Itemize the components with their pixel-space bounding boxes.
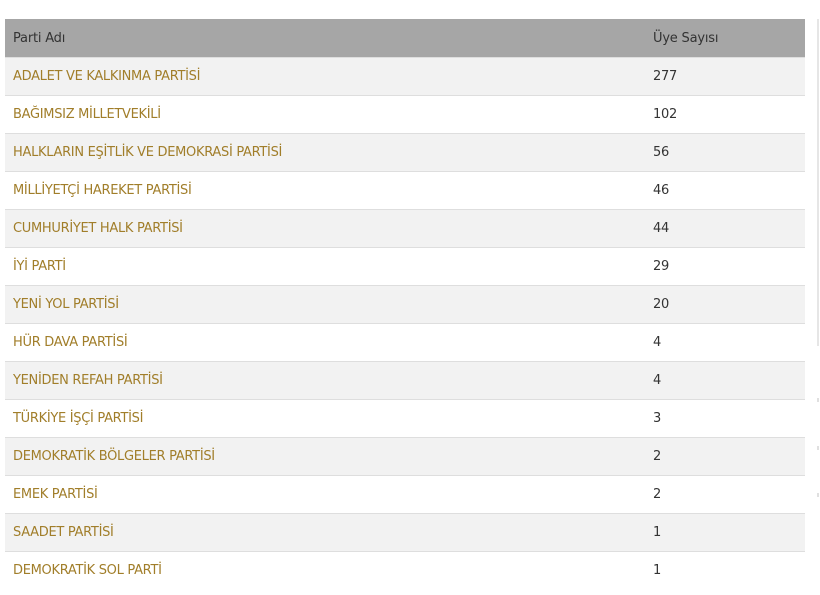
party-name-cell: BAĞIMSIZ MİLLETVEKİLİ	[5, 95, 645, 134]
table-row: MİLLİYETÇİ HAREKET PARTİSİ 46	[5, 171, 805, 210]
party-link[interactable]: CUMHURİYET HALK PARTİSİ	[13, 221, 183, 236]
party-name-cell: YENİDEN REFAH PARTİSİ	[5, 361, 645, 400]
party-name-cell: DEMOKRATİK SOL PARTİ	[5, 551, 645, 589]
member-count-cell: 277	[645, 57, 805, 96]
party-name-cell: YENİ YOL PARTİSİ	[5, 285, 645, 324]
member-count-cell: 46	[645, 171, 805, 210]
party-name-cell: EMEK PARTİSİ	[5, 475, 645, 514]
party-link[interactable]: MİLLİYETÇİ HAREKET PARTİSİ	[13, 183, 192, 198]
party-name-cell: HALKLARIN EŞİTLİK VE DEMOKRASİ PARTİSİ	[5, 133, 645, 172]
member-count-cell: 56	[645, 133, 805, 172]
member-count-cell: 4	[645, 361, 805, 400]
party-table-container: Parti Adı Üye Sayısı ADALET VE KALKINMA …	[5, 19, 805, 589]
party-name-cell: SAADET PARTİSİ	[5, 513, 645, 552]
table-body: ADALET VE KALKINMA PARTİSİ 277 BAĞIMSIZ …	[5, 57, 805, 589]
table-row: BAĞIMSIZ MİLLETVEKİLİ 102	[5, 95, 805, 134]
party-link[interactable]: SAADET PARTİSİ	[13, 525, 114, 540]
table-row: ADALET VE KALKINMA PARTİSİ 277	[5, 57, 805, 96]
party-name-cell: MİLLİYETÇİ HAREKET PARTİSİ	[5, 171, 645, 210]
member-count-cell: 4	[645, 323, 805, 362]
table-row: YENİ YOL PARTİSİ 20	[5, 285, 805, 324]
party-name-cell: CUMHURİYET HALK PARTİSİ	[5, 209, 645, 248]
party-name-cell: HÜR DAVA PARTİSİ	[5, 323, 645, 362]
table-row: HÜR DAVA PARTİSİ 4	[5, 323, 805, 362]
member-count-cell: 29	[645, 247, 805, 286]
party-link[interactable]: DEMOKRATİK SOL PARTİ	[13, 563, 162, 578]
member-count-cell: 2	[645, 437, 805, 476]
member-count-cell: 102	[645, 95, 805, 134]
member-count-cell: 20	[645, 285, 805, 324]
party-link[interactable]: HALKLARIN EŞİTLİK VE DEMOKRASİ PARTİSİ	[13, 145, 282, 160]
table-row: DEMOKRATİK BÖLGELER PARTİSİ 2	[5, 437, 805, 476]
party-link[interactable]: DEMOKRATİK BÖLGELER PARTİSİ	[13, 449, 215, 464]
party-link[interactable]: EMEK PARTİSİ	[13, 487, 98, 502]
party-link[interactable]: YENİ YOL PARTİSİ	[13, 297, 119, 312]
party-name-cell: İYİ PARTİ	[5, 247, 645, 286]
column-header-party-name: Parti Adı	[5, 19, 645, 58]
party-membership-table: Parti Adı Üye Sayısı ADALET VE KALKINMA …	[5, 19, 805, 589]
party-link[interactable]: TÜRKİYE İŞÇİ PARTİSİ	[13, 411, 143, 426]
scrollbar-track[interactable]	[817, 19, 819, 346]
table-row: HALKLARIN EŞİTLİK VE DEMOKRASİ PARTİSİ 5…	[5, 133, 805, 172]
member-count-cell: 1	[645, 551, 805, 589]
table-row: EMEK PARTİSİ 2	[5, 475, 805, 514]
party-link[interactable]: ADALET VE KALKINMA PARTİSİ	[13, 69, 200, 84]
party-link[interactable]: İYİ PARTİ	[13, 259, 66, 274]
party-name-cell: ADALET VE KALKINMA PARTİSİ	[5, 57, 645, 96]
table-header-row: Parti Adı Üye Sayısı	[5, 19, 805, 58]
party-link[interactable]: YENİDEN REFAH PARTİSİ	[13, 373, 163, 388]
scroll-marker	[817, 446, 819, 450]
table-row: YENİDEN REFAH PARTİSİ 4	[5, 361, 805, 400]
table-row: DEMOKRATİK SOL PARTİ 1	[5, 551, 805, 589]
scroll-marker	[817, 398, 819, 402]
member-count-cell: 44	[645, 209, 805, 248]
member-count-cell: 3	[645, 399, 805, 438]
member-count-cell: 1	[645, 513, 805, 552]
scroll-marker	[817, 493, 819, 497]
column-header-member-count: Üye Sayısı	[645, 19, 805, 58]
table-row: İYİ PARTİ 29	[5, 247, 805, 286]
party-name-cell: DEMOKRATİK BÖLGELER PARTİSİ	[5, 437, 645, 476]
party-name-cell: TÜRKİYE İŞÇİ PARTİSİ	[5, 399, 645, 438]
table-row: TÜRKİYE İŞÇİ PARTİSİ 3	[5, 399, 805, 438]
member-count-cell: 2	[645, 475, 805, 514]
party-link[interactable]: BAĞIMSIZ MİLLETVEKİLİ	[13, 107, 161, 122]
table-row: SAADET PARTİSİ 1	[5, 513, 805, 552]
party-link[interactable]: HÜR DAVA PARTİSİ	[13, 335, 128, 350]
table-row: CUMHURİYET HALK PARTİSİ 44	[5, 209, 805, 248]
